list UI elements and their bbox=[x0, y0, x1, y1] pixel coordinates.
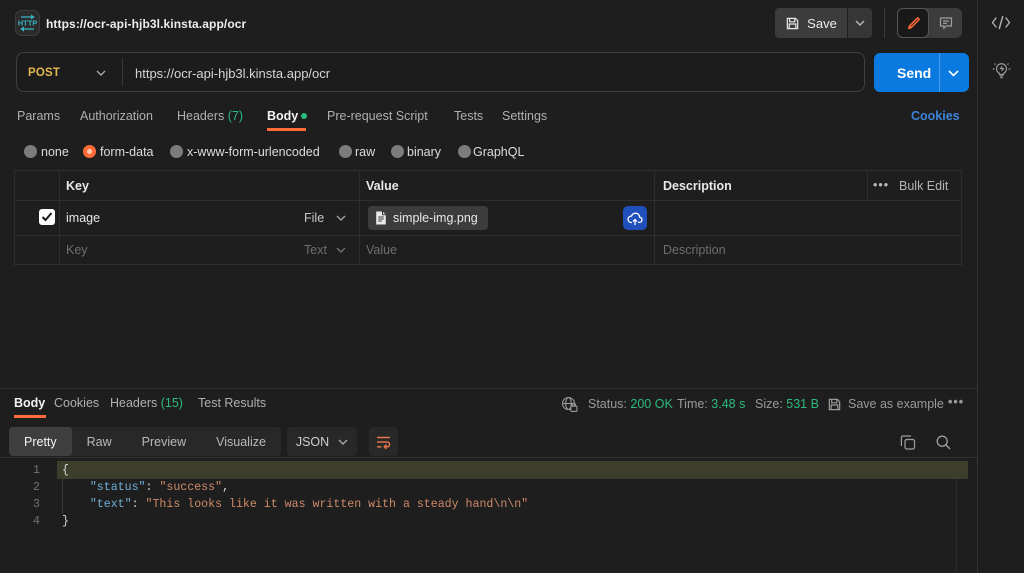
svg-text:HTTP: HTTP bbox=[18, 19, 38, 28]
